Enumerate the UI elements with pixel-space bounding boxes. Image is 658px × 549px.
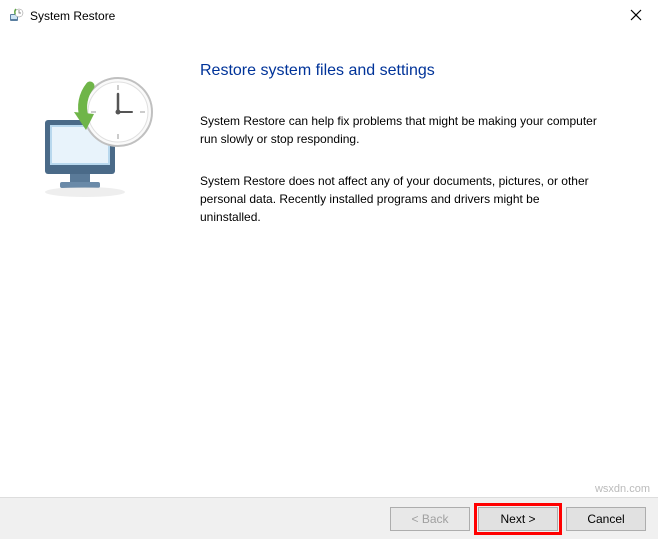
page-heading: Restore system files and settings — [200, 62, 598, 80]
paragraph-1: System Restore can help fix problems tha… — [200, 112, 598, 148]
content-area: Restore system files and settings System… — [0, 32, 658, 497]
footer: < Back Next > Cancel — [0, 497, 658, 539]
restore-graphic — [30, 62, 170, 202]
back-button[interactable]: < Back — [390, 507, 470, 531]
right-panel: Restore system files and settings System… — [200, 32, 658, 497]
system-restore-icon — [8, 8, 24, 24]
paragraph-2: System Restore does not affect any of yo… — [200, 172, 598, 226]
window-title: System Restore — [30, 9, 115, 23]
watermark: wsxdn.com — [595, 483, 650, 495]
left-panel — [0, 32, 200, 497]
cancel-button[interactable]: Cancel — [566, 507, 646, 531]
next-button[interactable]: Next > — [478, 507, 558, 531]
titlebar: System Restore — [0, 0, 658, 32]
close-button[interactable] — [613, 0, 658, 30]
